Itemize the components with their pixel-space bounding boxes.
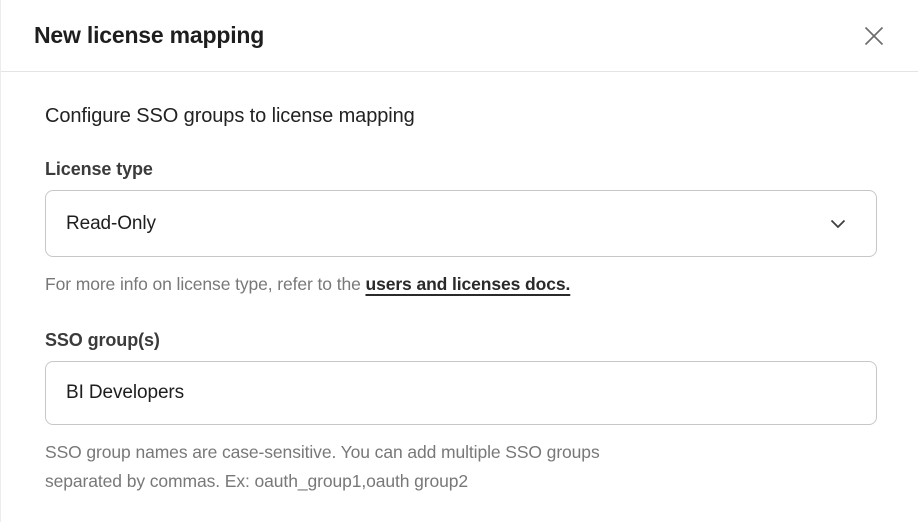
license-type-field-group: License type Read-Only For more info on … <box>45 159 877 299</box>
new-license-mapping-dialog: New license mapping Configure SSO groups… <box>0 0 918 522</box>
dialog-title: New license mapping <box>34 22 264 49</box>
license-type-helper-text: For more info on license type, refer to … <box>45 270 877 299</box>
sso-groups-input[interactable] <box>45 361 877 425</box>
license-type-select[interactable]: Read-Only <box>45 190 877 257</box>
license-type-selected-value: Read-Only <box>66 213 156 235</box>
sso-groups-helper-line1: SSO group names are case-sensitive. You … <box>45 438 877 467</box>
close-icon <box>861 23 887 49</box>
users-and-licenses-docs-link[interactable]: users and licenses docs. <box>365 274 570 294</box>
sso-groups-field-group: SSO group(s) SSO group names are case-se… <box>45 330 877 496</box>
dialog-header: New license mapping <box>1 0 918 72</box>
license-type-label: License type <box>45 159 877 180</box>
sso-groups-helper-text: SSO group names are case-sensitive. You … <box>45 438 877 496</box>
license-type-helper-prefix: For more info on license type, refer to … <box>45 274 365 294</box>
sso-groups-label: SSO group(s) <box>45 330 877 351</box>
chevron-down-icon <box>830 219 846 229</box>
close-button[interactable] <box>858 20 890 52</box>
section-heading: Configure SSO groups to license mapping <box>45 105 877 128</box>
sso-groups-helper-line2: separated by commas. Ex: oauth_group1,oa… <box>45 467 877 496</box>
dialog-body: Configure SSO groups to license mapping … <box>1 72 918 496</box>
